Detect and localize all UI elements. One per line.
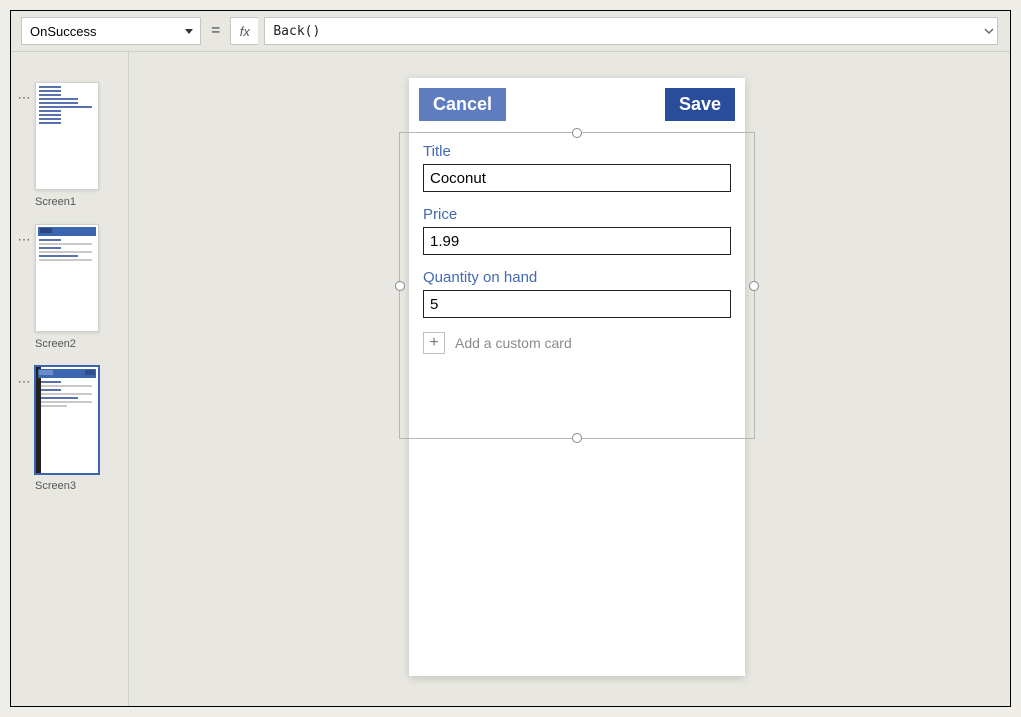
form-field-title: Title [423, 143, 731, 192]
formula-input[interactable] [264, 17, 998, 45]
property-select[interactable]: OnSuccess [21, 17, 201, 45]
app-frame: OnSuccess = fx Screen1 [10, 10, 1011, 707]
edit-form[interactable]: Title Price Quantity on hand + Add a cus… [409, 131, 745, 354]
screen-thumb-row: Screen1 [17, 82, 122, 208]
field-label: Title [423, 143, 731, 160]
phone-screen: Cancel Save Title Price Quantity on hand [409, 78, 745, 676]
fx-label: fx [230, 17, 258, 45]
form-field-quantity: Quantity on hand [423, 269, 731, 318]
screen-thumb-row: Screen3 [17, 366, 122, 492]
workspace: Screen1 Screen2 [11, 51, 1010, 706]
save-button[interactable]: Save [665, 88, 735, 121]
screen-nav-panel: Screen1 Screen2 [11, 52, 129, 706]
more-icon[interactable] [17, 232, 31, 246]
screen-thumbnail[interactable] [35, 224, 99, 332]
price-input[interactable] [423, 227, 731, 255]
screen-label: Screen2 [35, 338, 122, 350]
equals-label: = [207, 22, 224, 40]
resize-handle-right[interactable] [749, 281, 759, 291]
plus-icon: + [423, 332, 445, 354]
screen-thumb-row: Screen2 [17, 224, 122, 350]
screen-thumbnail[interactable] [35, 366, 99, 474]
more-icon[interactable] [17, 374, 31, 388]
more-icon[interactable] [17, 90, 31, 104]
add-custom-label: Add a custom card [455, 335, 572, 351]
formula-bar: OnSuccess = fx [11, 11, 1010, 51]
form-field-price: Price [423, 206, 731, 255]
title-input[interactable] [423, 164, 731, 192]
phone-header: Cancel Save [409, 78, 745, 131]
screen-thumbnail[interactable] [35, 82, 99, 190]
screen-label: Screen3 [35, 480, 122, 492]
add-custom-card[interactable]: + Add a custom card [423, 332, 731, 354]
screen-label: Screen1 [35, 196, 122, 208]
resize-handle-left[interactable] [395, 281, 405, 291]
quantity-input[interactable] [423, 290, 731, 318]
design-canvas[interactable]: Cancel Save Title Price Quantity on hand [129, 52, 1010, 706]
field-label: Quantity on hand [423, 269, 731, 286]
formula-expand-icon[interactable] [978, 17, 1000, 45]
field-label: Price [423, 206, 731, 223]
cancel-button[interactable]: Cancel [419, 88, 506, 121]
